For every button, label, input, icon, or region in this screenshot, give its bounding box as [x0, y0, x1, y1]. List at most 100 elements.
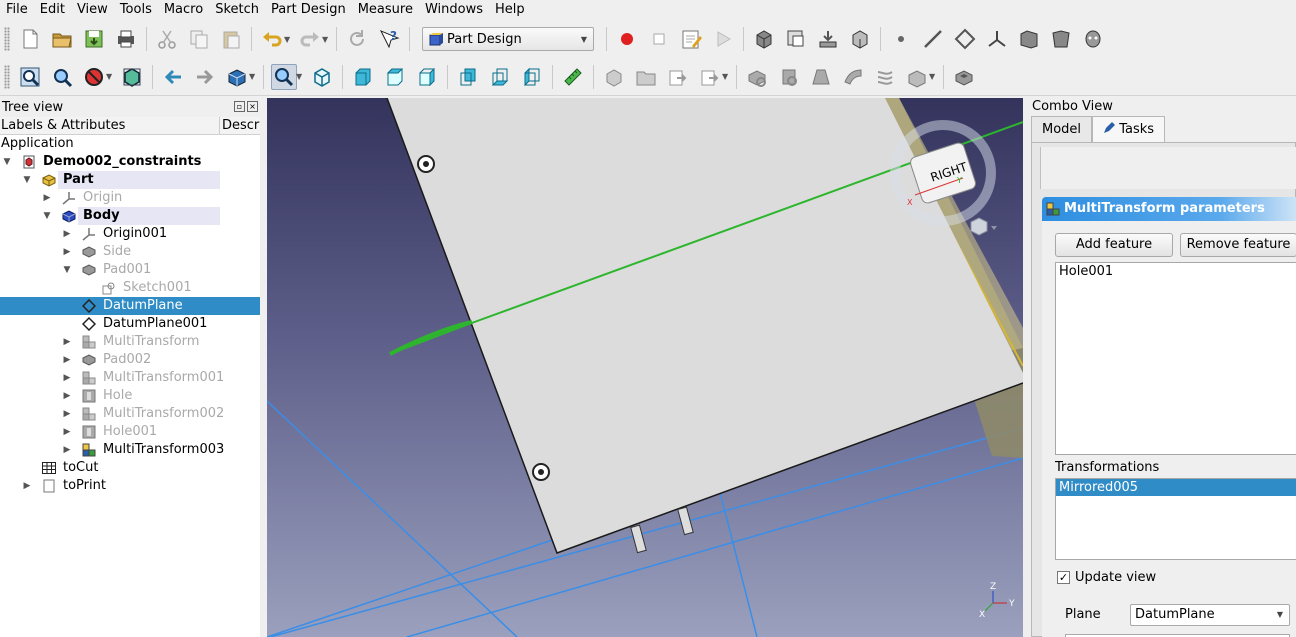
tree-item-origin[interactable]: ▶ Origin: [0, 189, 260, 207]
tree-item-multitransform[interactable]: ▶ MultiTransform: [0, 333, 260, 351]
save-document-icon[interactable]: [81, 26, 107, 52]
subshape-binder-icon[interactable]: [1048, 26, 1074, 52]
menu-edit[interactable]: Edit: [34, 0, 71, 20]
validate-sketch-icon[interactable]: [847, 26, 873, 52]
undo-icon[interactable]: [259, 26, 285, 52]
zoom-dropdown-icon[interactable]: ▼: [296, 72, 304, 81]
expand-arrow-icon[interactable]: ▶: [62, 405, 72, 423]
tree-item-body[interactable]: ▼ Body: [0, 207, 260, 225]
link-icon[interactable]: [665, 64, 691, 90]
add-feature-button[interactable]: Add feature: [1055, 233, 1173, 257]
tree-item-hole[interactable]: ▶ Hole: [0, 387, 260, 405]
workbench-selector[interactable]: Part Design ▼: [422, 27, 594, 51]
view-top-icon[interactable]: [382, 64, 408, 90]
tree-item-pad001[interactable]: ▼ Pad001: [0, 261, 260, 279]
column-header-labels[interactable]: Labels & Attributes: [0, 117, 220, 134]
new-document-icon[interactable]: [17, 26, 43, 52]
local-coordinate-system-icon[interactable]: [984, 26, 1010, 52]
collapse-arrow-icon[interactable]: ▼: [42, 207, 52, 225]
expand-arrow-icon[interactable]: ▶: [62, 387, 72, 405]
expand-arrow-icon[interactable]: ▶: [62, 441, 72, 459]
zoom-icon[interactable]: [271, 63, 297, 90]
view-front-icon[interactable]: [350, 64, 376, 90]
undo-dropdown-icon[interactable]: ▼: [284, 35, 292, 44]
create-group-icon[interactable]: [633, 64, 659, 90]
additive-pipe-icon[interactable]: [840, 64, 866, 90]
fit-selection-icon[interactable]: [49, 64, 75, 90]
open-document-icon[interactable]: [49, 26, 75, 52]
create-body-icon[interactable]: [751, 26, 777, 52]
view-rear-icon[interactable]: [455, 64, 481, 90]
tab-tasks[interactable]: Tasks: [1092, 116, 1166, 143]
whats-this-icon[interactable]: ?: [376, 26, 402, 52]
menu-windows[interactable]: Windows: [419, 0, 489, 20]
create-part-icon[interactable]: [601, 64, 627, 90]
datum-plane-icon[interactable]: [952, 26, 978, 52]
primitive-dropdown-icon[interactable]: ▼: [929, 72, 937, 81]
expand-arrow-icon[interactable]: ▶: [62, 243, 72, 261]
tree-item-origin001[interactable]: ▶ Origin001: [0, 225, 260, 243]
tree-item-datumplane[interactable]: DatumPlane: [0, 297, 260, 315]
map-sketch-icon[interactable]: [815, 26, 841, 52]
macro-edit-icon[interactable]: [678, 26, 704, 52]
feature-list-item[interactable]: Hole001: [1056, 263, 1296, 280]
view-right-icon[interactable]: [414, 64, 440, 90]
view-left-icon[interactable]: [519, 64, 545, 90]
redo-icon[interactable]: [297, 26, 323, 52]
tree-item-multitransform002[interactable]: ▶ MultiTransform002: [0, 405, 260, 423]
refresh-icon[interactable]: [344, 26, 370, 52]
tree-item-tocut[interactable]: toCut: [0, 459, 260, 477]
print-icon[interactable]: [113, 26, 139, 52]
view-forward-icon[interactable]: [192, 64, 218, 90]
feature-list[interactable]: Hole001: [1055, 262, 1296, 455]
additive-loft-icon[interactable]: [808, 64, 834, 90]
3d-view[interactable]: RIGHT X Y Z Y X: [267, 98, 1023, 637]
plane-select[interactable]: DatumPlane ▼: [1130, 604, 1290, 626]
menu-help[interactable]: Help: [489, 0, 531, 20]
redo-dropdown-icon[interactable]: ▼: [322, 35, 330, 44]
datum-point-icon[interactable]: [888, 26, 914, 52]
pad-icon[interactable]: [744, 64, 770, 90]
tree-item-hole001[interactable]: ▶ Hole001: [0, 423, 260, 441]
additive-helix-icon[interactable]: [872, 64, 898, 90]
tree-item-multitransform001[interactable]: ▶ MultiTransform001: [0, 369, 260, 387]
expand-arrow-icon[interactable]: ▶: [62, 423, 72, 441]
transformations-list[interactable]: Mirrored005: [1055, 478, 1296, 560]
menu-sketch[interactable]: Sketch: [209, 0, 265, 20]
menu-tools[interactable]: Tools: [114, 0, 158, 20]
collapse-arrow-icon[interactable]: ▼: [22, 171, 32, 189]
link-actions-dropdown-icon[interactable]: ▼: [722, 72, 730, 81]
bounding-box-icon[interactable]: [119, 64, 145, 90]
expand-arrow-icon[interactable]: ▶: [62, 351, 72, 369]
view-isometric-icon[interactable]: [309, 64, 335, 90]
copy-icon[interactable]: [186, 26, 212, 52]
macro-stop-icon[interactable]: [646, 26, 672, 52]
tree-item-part[interactable]: ▼ Part: [0, 171, 260, 189]
column-header-description[interactable]: Description: [220, 117, 260, 134]
expand-arrow-icon[interactable]: ▶: [42, 189, 52, 207]
clone-icon[interactable]: [1080, 26, 1106, 52]
macro-execute-icon[interactable]: [710, 26, 736, 52]
tree-item-toprint[interactable]: ▶ toPrint: [0, 477, 260, 495]
tree-item-datumplane001[interactable]: DatumPlane001: [0, 315, 260, 333]
tree-item-multitransform003[interactable]: ▶ MultiTransform003: [0, 441, 260, 459]
menu-file[interactable]: File: [0, 0, 34, 20]
tree-item-demo002-constraints[interactable]: ▼ Demo002_constraints: [0, 153, 260, 171]
std-views-dropdown-icon[interactable]: ▼: [249, 72, 257, 81]
measure-distance-icon[interactable]: [560, 64, 586, 90]
update-view-checkbox[interactable]: ✓: [1057, 571, 1070, 584]
menu-part-design[interactable]: Part Design: [265, 0, 352, 20]
paste-icon[interactable]: [218, 26, 244, 52]
expand-arrow-icon[interactable]: ▶: [22, 477, 32, 495]
view-bottom-icon[interactable]: [487, 64, 513, 90]
std-views-icon[interactable]: [224, 64, 250, 90]
shape-binder-icon[interactable]: [1016, 26, 1042, 52]
draw-style-dropdown-icon[interactable]: ▼: [106, 72, 114, 81]
tree-item-application[interactable]: Application: [0, 135, 260, 153]
close-panel-icon[interactable]: ×: [247, 101, 258, 112]
task-panel-header[interactable]: MultiTransform parameters: [1042, 197, 1296, 221]
expand-arrow-icon[interactable]: ▶: [62, 369, 72, 387]
link-actions-icon[interactable]: [697, 64, 723, 90]
view-back-icon[interactable]: [160, 64, 186, 90]
macro-record-icon[interactable]: [614, 26, 640, 52]
